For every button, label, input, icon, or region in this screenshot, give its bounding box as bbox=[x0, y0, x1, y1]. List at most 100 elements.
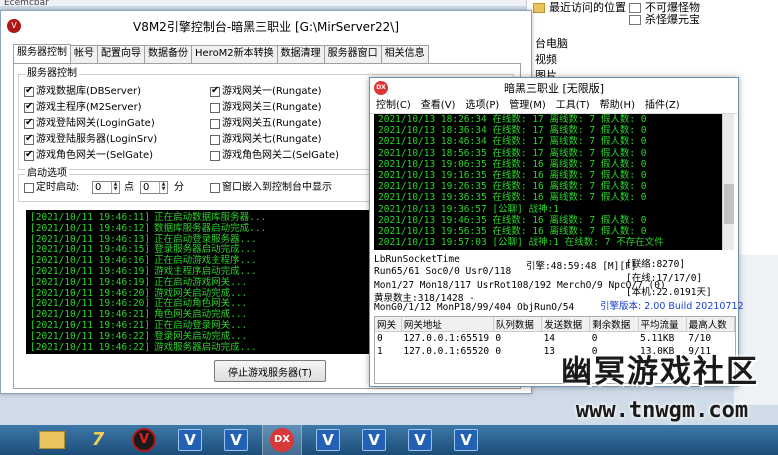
spinner-arrows-icon[interactable]: ▲ ▼ bbox=[111, 182, 119, 193]
minute-spinner[interactable]: 0 ▲ ▼ bbox=[140, 181, 168, 194]
check-label: 游戏主程序(M2Server) bbox=[36, 102, 142, 113]
checkbox[interactable] bbox=[24, 133, 34, 145]
tab-strip: 服务器控制 帐号 配置向导 数据备份 HeroM2新本转换 数据清理 服务器窗口… bbox=[13, 44, 429, 63]
minute-value: 0 bbox=[143, 181, 150, 193]
taskbar-dx-app[interactable]: DX bbox=[262, 425, 302, 455]
minute-label: 分 bbox=[174, 182, 184, 193]
taskbar-v-app[interactable]: V bbox=[308, 425, 348, 455]
checkbox[interactable] bbox=[24, 183, 34, 193]
scrollbar-thumb[interactable] bbox=[724, 184, 734, 224]
group-title: 服务器控制 bbox=[25, 68, 79, 80]
taskbar-app-7[interactable]: 7 bbox=[78, 425, 118, 455]
file-explorer-icon bbox=[39, 431, 65, 449]
menu-control[interactable]: 控制(C) bbox=[376, 98, 411, 113]
check-selgate-2[interactable]: 游戏角色网关二(SelGate) bbox=[210, 150, 339, 162]
v-app-icon: V bbox=[454, 429, 478, 451]
table-cell: 7/10 bbox=[688, 332, 712, 344]
log-line: 2021/10/13 19:06:35 在线数: 16 离线数: 7 假人数: … bbox=[378, 158, 647, 170]
check-label: 游戏网关一(Rungate) bbox=[222, 86, 322, 97]
check-label: 游戏登陆网关(LoginGate) bbox=[36, 118, 155, 129]
window-title-bar[interactable]: V V8M2引擎控制台-暗黑三职业 [G:\MirServer22\] bbox=[1, 11, 531, 41]
checkbox[interactable] bbox=[210, 183, 220, 193]
hour-spinner[interactable]: 0 ▲ ▼ bbox=[92, 181, 120, 194]
table-header-row: 网关 网关地址 队列数据 发送数据 剩余数据 平均流量 最高人数 bbox=[375, 317, 736, 332]
hour-input[interactable]: 0 ▲ ▼ bbox=[92, 181, 120, 194]
dx-app-icon: DX bbox=[270, 428, 294, 452]
col-queue[interactable]: 队列数据 bbox=[493, 317, 543, 332]
check-rungate-5[interactable]: 游戏网关五(Rungate) bbox=[210, 118, 322, 130]
checkbox[interactable] bbox=[210, 135, 220, 145]
tab-server-control[interactable]: 服务器控制 bbox=[13, 44, 71, 63]
explorer-item-label: 视频 bbox=[535, 53, 557, 66]
check-logingate[interactable]: 游戏登陆网关(LoginGate) bbox=[24, 117, 155, 130]
check-label: 游戏网关五(Rungate) bbox=[222, 118, 322, 129]
stop-server-button[interactable]: 停止游戏服务器(T) bbox=[214, 360, 326, 382]
check-rungate-1[interactable]: 游戏网关一(Rungate) bbox=[210, 85, 322, 98]
explorer-item-label: 最近访问的位置 bbox=[549, 1, 626, 14]
log-vertical-scrollbar[interactable] bbox=[722, 114, 734, 250]
checkbox[interactable] bbox=[24, 117, 34, 129]
window-title-bar[interactable]: DX 暗黑三职业 [无限版] bbox=[370, 78, 738, 98]
explorer-file-item[interactable]: 杀怪爆元宝 bbox=[629, 12, 700, 28]
tab-account[interactable]: 帐号 bbox=[70, 45, 98, 63]
tab-server-window[interactable]: 服务器窗口 bbox=[323, 45, 382, 63]
log-line: 2021/10/13 19:57:03 [公聊] 战神:1 在线数: 7 不存在… bbox=[378, 237, 664, 249]
minute-input[interactable]: 0 ▲ ▼ bbox=[140, 181, 168, 194]
menu-tools[interactable]: 工具(T) bbox=[556, 98, 590, 113]
table-cell: 127.0.0.1:65519 bbox=[403, 332, 490, 344]
taskbar-file-explorer[interactable] bbox=[32, 425, 72, 455]
col-remaining[interactable]: 剩余数据 bbox=[589, 317, 639, 332]
tab-data-cleanup[interactable]: 数据清理 bbox=[276, 45, 325, 63]
taskbar-v-app[interactable]: V bbox=[400, 425, 440, 455]
checkbox[interactable] bbox=[24, 101, 34, 113]
table-row[interactable]: 0 127.0.0.1:65519 0 14 0 5.11KB 7/10 bbox=[375, 332, 735, 345]
checkbox[interactable] bbox=[210, 103, 220, 113]
check-rungate-7[interactable]: 游戏网关七(Rungate) bbox=[210, 134, 322, 146]
checkbox[interactable] bbox=[24, 85, 34, 97]
tab-related-info[interactable]: 相关信息 bbox=[380, 45, 429, 63]
taskbar-v-app[interactable]: V bbox=[216, 425, 256, 455]
checkbox[interactable] bbox=[210, 151, 220, 161]
tab-config-wizard[interactable]: 配置向导 bbox=[97, 45, 145, 63]
check-dbserver[interactable]: 游戏数据库(DBServer) bbox=[24, 85, 141, 98]
check-embed-window[interactable]: 窗口嵌入到控制台中显示 bbox=[210, 182, 332, 194]
menu-help[interactable]: 帮助(H) bbox=[600, 98, 635, 113]
col-gateway[interactable]: 网关 bbox=[375, 317, 402, 332]
col-max-users[interactable]: 最高人数 bbox=[686, 317, 736, 332]
menu-manage[interactable]: 管理(M) bbox=[509, 98, 545, 113]
taskbar-v-app[interactable]: V bbox=[170, 425, 210, 455]
explorer-item-label: 台电脑 bbox=[535, 37, 568, 50]
col-sent[interactable]: 发送数据 bbox=[541, 317, 591, 332]
check-m2server[interactable]: 游戏主程序(M2Server) bbox=[24, 101, 142, 114]
explorer-item-videos[interactable]: 视频 bbox=[535, 52, 557, 68]
taskbar-v-app[interactable]: V bbox=[354, 425, 394, 455]
check-selgate-1[interactable]: 游戏角色网关一(SelGate) bbox=[24, 149, 153, 162]
check-loginsrv[interactable]: 游戏登陆服务器(LoginSrv) bbox=[24, 133, 158, 146]
spinner-arrows-icon[interactable]: ▲ ▼ bbox=[159, 182, 167, 193]
taskbar-v8-engine[interactable]: V bbox=[124, 425, 164, 455]
check-timed-start[interactable]: 定时启动: bbox=[24, 182, 79, 194]
check-rungate-3[interactable]: 游戏网关三(Rungate) bbox=[210, 102, 322, 114]
checkbox[interactable] bbox=[24, 149, 34, 161]
checkbox[interactable] bbox=[210, 119, 220, 129]
m2-server-window: DX 暗黑三职业 [无限版] 控制(C) 查看(V) 选项(P) 管理(M) 工… bbox=[369, 77, 744, 387]
recent-places-icon bbox=[533, 3, 545, 13]
checkbox[interactable] bbox=[210, 85, 220, 97]
check-label: 窗口嵌入到控制台中显示 bbox=[222, 182, 332, 193]
table-cell: 5.11KB bbox=[640, 332, 675, 344]
menu-view[interactable]: 查看(V) bbox=[421, 98, 456, 113]
check-label: 游戏角色网关二(SelGate) bbox=[222, 150, 340, 161]
check-label: 游戏登陆服务器(LoginSrv) bbox=[36, 134, 158, 145]
watermark-url: www.tnwgm.com bbox=[575, 398, 749, 423]
check-label: 定时启动: bbox=[36, 182, 80, 193]
menu-options[interactable]: 选项(P) bbox=[465, 98, 499, 113]
col-address[interactable]: 网关地址 bbox=[401, 317, 494, 332]
taskbar-v-app[interactable]: V bbox=[446, 425, 486, 455]
explorer-item-recent[interactable]: 最近访问的位置 bbox=[533, 0, 626, 16]
tab-herom2-convert[interactable]: HeroM2新本转换 bbox=[191, 45, 278, 63]
explorer-item-computer[interactable]: 台电脑 bbox=[535, 36, 568, 52]
menu-plugins[interactable]: 插件(Z) bbox=[645, 98, 680, 113]
tab-data-backup[interactable]: 数据备份 bbox=[144, 45, 192, 63]
check-label: 游戏数据库(DBServer) bbox=[36, 86, 141, 97]
col-avg-traffic[interactable]: 平均流量 bbox=[638, 317, 687, 332]
